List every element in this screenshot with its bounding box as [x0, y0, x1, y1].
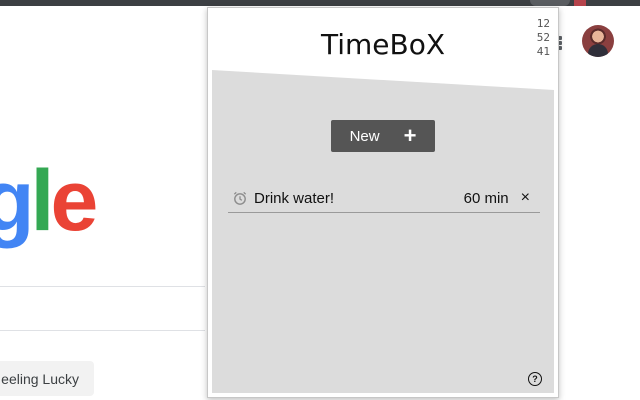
- google-logo: gle: [0, 158, 98, 244]
- search-box-top-border: [0, 286, 205, 287]
- browser-tab-edge[interactable]: [530, 0, 570, 6]
- feeling-lucky-button[interactable]: eeling Lucky: [0, 361, 94, 396]
- popup-title: TimeBoX: [320, 28, 446, 61]
- new-task-button[interactable]: New +: [331, 120, 435, 152]
- clock-seconds: 41: [536, 45, 550, 58]
- clock-minutes: 52: [536, 31, 550, 44]
- screen: gle eeling Lucky TimeBoX 12 52 41 New + …: [0, 0, 640, 400]
- remove-task-icon[interactable]: ×: [521, 189, 530, 207]
- google-logo-e: e: [50, 153, 98, 249]
- plus-icon: +: [403, 123, 417, 148]
- user-avatar[interactable]: [582, 25, 614, 57]
- search-box-bottom-border: [0, 330, 205, 331]
- alarm-clock-icon: [233, 191, 247, 205]
- google-logo-g: g: [0, 153, 35, 249]
- clock-readout: 12 52 41: [537, 17, 550, 59]
- timebox-popup: TimeBoX 12 52 41 New + Drink water! 60 m…: [207, 7, 559, 398]
- task-label: Drink water!: [254, 189, 335, 207]
- task-row[interactable]: Drink water! 60 min ×: [228, 184, 540, 213]
- extension-icon-edge[interactable]: [574, 0, 586, 6]
- task-duration: 60 min: [463, 189, 509, 207]
- help-icon[interactable]: ?: [528, 372, 542, 386]
- google-logo-l: l: [30, 153, 55, 249]
- clock-hours: 12: [536, 17, 550, 30]
- task-panel: [212, 70, 554, 393]
- new-task-button-label: New: [349, 127, 380, 145]
